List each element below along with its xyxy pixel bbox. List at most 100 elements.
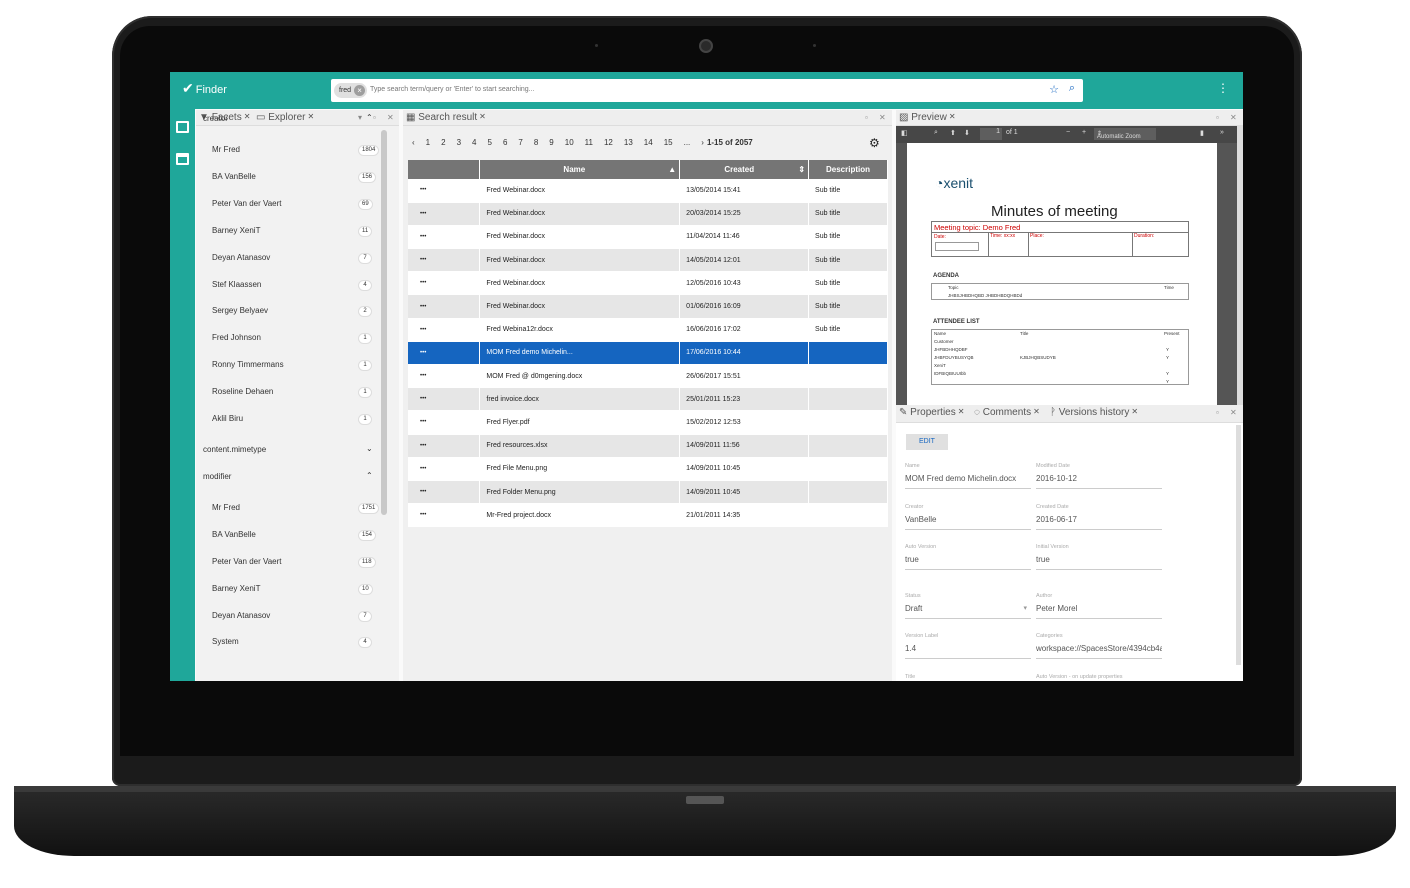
search-icon[interactable]: ⌕ xyxy=(1069,82,1075,95)
window-icon[interactable] xyxy=(176,153,189,165)
more-vert-icon[interactable]: ⋮ xyxy=(1217,81,1229,95)
tab-properties[interactable]: ✎ Properties ✕ xyxy=(899,407,964,418)
facet-item[interactable]: Roseline Dehaen xyxy=(212,387,273,396)
close-icon[interactable]: × xyxy=(354,85,366,96)
page-link[interactable]: 4 xyxy=(472,138,476,147)
facet-item[interactable]: Barney XeniT xyxy=(212,226,260,235)
property-field[interactable]: Status Draft ▾ xyxy=(905,593,1031,619)
facet-item[interactable]: BA VanBelle xyxy=(212,172,256,181)
row-actions-icon[interactable]: ••• xyxy=(408,434,481,458)
page-link[interactable]: 6 xyxy=(503,138,507,147)
page-link[interactable]: 2 xyxy=(441,138,445,147)
close-icon[interactable]: ✕ xyxy=(244,112,251,121)
zoom-out-icon[interactable]: − xyxy=(1066,129,1070,136)
star-icon[interactable]: ☆ xyxy=(1049,83,1059,96)
table-row[interactable]: ••• Fred Webinar.docx 01/06/2016 16:09 Sub … xyxy=(408,294,888,319)
maximize-icon[interactable]: ▫ xyxy=(1216,113,1219,122)
tab-preview[interactable]: ▨ Preview ✕ xyxy=(899,112,956,123)
property-field[interactable]: Auto Version true xyxy=(905,544,1031,570)
facet-item[interactable]: Sergey Belyaev xyxy=(212,306,268,315)
sort-up-icon[interactable]: ▲ xyxy=(668,165,676,174)
property-field[interactable]: Author Peter Morel xyxy=(1036,593,1162,619)
chevron-down-icon[interactable]: ▾ xyxy=(358,113,362,122)
chevron-down-icon[interactable]: ⌄ xyxy=(366,444,373,453)
close-icon[interactable]: ✕ xyxy=(387,113,394,122)
page-link[interactable]: 12 xyxy=(604,138,613,147)
tab-versions-history[interactable]: ᚹ Versions history ✕ xyxy=(1050,407,1138,418)
page-link[interactable]: 5 xyxy=(487,138,491,147)
tab-search-result[interactable]: ▦ Search result ✕ xyxy=(406,112,486,123)
facet-item[interactable]: Mr Fred xyxy=(212,503,240,512)
row-actions-icon[interactable]: ••• xyxy=(408,202,481,226)
row-actions-icon[interactable]: ••• xyxy=(408,179,481,203)
table-row[interactable]: ••• fred invoice.docx 25/01/2011 15:23 xyxy=(408,387,888,412)
column-created[interactable]: Created ⇕ xyxy=(679,160,810,179)
close-icon[interactable]: ✕ xyxy=(879,113,886,122)
column-name[interactable]: Name ▲ xyxy=(479,160,681,179)
property-field[interactable]: Version Label 1.4 xyxy=(905,633,1031,659)
page-link[interactable]: 14 xyxy=(644,138,653,147)
bookmark-icon[interactable]: ▮ xyxy=(1200,129,1204,137)
preview-scrollbar[interactable] xyxy=(1237,126,1243,405)
row-actions-icon[interactable]: ••• xyxy=(408,318,481,342)
properties-scrollbar[interactable] xyxy=(1236,425,1241,665)
page-link[interactable]: 8 xyxy=(534,138,538,147)
row-actions-icon[interactable]: ••• xyxy=(408,364,481,389)
property-field[interactable]: Created Date 2016-06-17 xyxy=(1036,504,1162,530)
facet-group-0[interactable]: creator xyxy=(203,114,228,123)
page-link[interactable]: 13 xyxy=(624,138,633,147)
facet-item[interactable]: Mr Fred xyxy=(212,145,240,154)
table-row[interactable]: ••• Fred File Menu.png 14/09/2011 10:45 xyxy=(408,457,888,481)
close-icon[interactable]: ✕ xyxy=(479,112,486,121)
row-actions-icon[interactable]: ••• xyxy=(408,341,481,366)
arrow-up-icon[interactable]: ⬆ xyxy=(950,129,956,137)
facet-item[interactable]: Stef Klaassen xyxy=(212,280,261,289)
zoom-in-icon[interactable]: + xyxy=(1082,129,1086,136)
row-actions-icon[interactable]: ••• xyxy=(408,457,481,481)
close-icon[interactable]: ✕ xyxy=(1230,408,1237,417)
board-icon[interactable] xyxy=(176,121,189,133)
property-field[interactable]: Name MOM Fred demo Michelin.docx xyxy=(905,463,1031,489)
table-row[interactable]: ••• Fred Webinar.docx 11/04/2014 11:46 Sub … xyxy=(408,225,888,250)
maximize-icon[interactable]: ▫ xyxy=(373,113,376,122)
column-description[interactable]: Description xyxy=(808,160,888,179)
property-field[interactable]: Title xyxy=(905,674,1031,682)
maximize-icon[interactable]: ▫ xyxy=(1216,408,1219,417)
row-actions-icon[interactable]: ••• xyxy=(408,294,481,319)
arrow-down-icon[interactable]: ⬇ xyxy=(964,129,970,137)
row-actions-icon[interactable]: ••• xyxy=(408,503,481,528)
zoom-select[interactable]: Automatic Zoom ⇕ xyxy=(1094,128,1156,140)
facets-scrollbar[interactable] xyxy=(381,130,387,515)
page-number-input[interactable]: 1 xyxy=(980,128,1002,140)
property-field[interactable]: Auto Version - on update properties xyxy=(1036,674,1162,682)
page-link[interactable]: 9 xyxy=(549,138,553,147)
property-field[interactable]: Modified Date 2016-10-12 xyxy=(1036,463,1162,489)
property-field[interactable]: Creator VanBelle xyxy=(905,504,1031,530)
tab-explorer[interactable]: ▭ Explorer ✕ xyxy=(256,112,314,123)
page-link[interactable]: 1 xyxy=(426,138,430,147)
table-row[interactable]: ••• MOM Fred @ d0mgening.docx 26/06/2017 1… xyxy=(408,364,888,389)
property-field[interactable]: Categories workspace://SpacesStore/4394cb… xyxy=(1036,633,1162,659)
table-row[interactable]: ••• MOM Fred demo Michelin... 17/06/2016 1… xyxy=(408,341,888,366)
facet-item[interactable]: Deyan Atanasov xyxy=(212,253,270,262)
facet-group-2[interactable]: modifier xyxy=(203,472,231,481)
property-field[interactable]: Initial Version true xyxy=(1036,544,1162,570)
sort-icon[interactable]: ⇕ xyxy=(798,165,805,174)
facet-item[interactable]: Ronny Timmermans xyxy=(212,360,284,369)
facet-item[interactable]: Fred Johnson xyxy=(212,333,261,342)
table-row[interactable]: ••• Fred Webinar.docx 13/05/2014 15:41 Sub … xyxy=(408,179,888,203)
tab-comments[interactable]: ◌ Comments ✕ xyxy=(974,407,1040,418)
table-row[interactable]: ••• Fred Webinar.docx 14/05/2014 12:01 Sub … xyxy=(408,248,888,273)
close-icon[interactable]: ✕ xyxy=(1131,407,1138,416)
find-icon[interactable]: ⌕ xyxy=(934,129,938,137)
page-link[interactable]: ... xyxy=(684,138,691,147)
table-row[interactable]: ••• Fred Webinar.docx 20/03/2014 15:25 Sub … xyxy=(408,202,888,226)
prev-page-icon[interactable]: ‹ xyxy=(412,138,415,147)
row-actions-icon[interactable]: ••• xyxy=(408,410,481,435)
row-actions-icon[interactable]: ••• xyxy=(408,248,481,273)
next-page-icon[interactable]: › xyxy=(701,138,704,147)
facet-item[interactable]: BA VanBelle xyxy=(212,530,256,539)
table-row[interactable]: ••• Fred Flyer.pdf 15/02/2012 12:53 xyxy=(408,410,888,435)
page-link[interactable]: 3 xyxy=(457,138,461,147)
gear-icon[interactable]: ⚙ xyxy=(869,136,880,150)
